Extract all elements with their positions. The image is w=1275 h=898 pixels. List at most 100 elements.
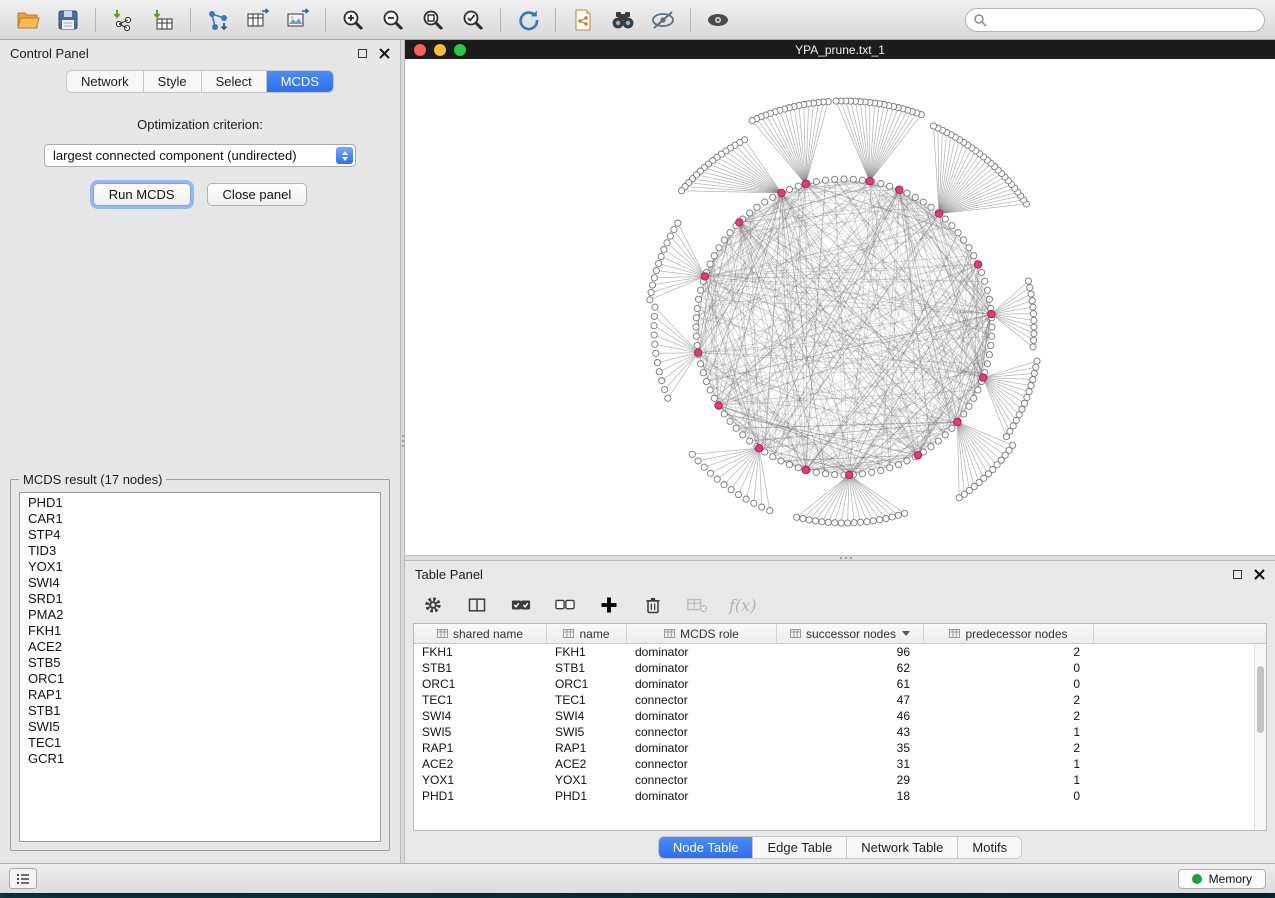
show-columns-button[interactable]	[465, 593, 489, 617]
delete-column-button[interactable]	[641, 593, 665, 617]
memory-label: Memory	[1209, 872, 1252, 886]
horizontal-splitter[interactable]	[405, 555, 1275, 561]
run-mcds-button[interactable]: Run MCDS	[93, 183, 191, 206]
vertical-splitter[interactable]	[400, 40, 405, 863]
mcds-result-list[interactable]: PHD1CAR1STP4TID3YOX1SWI4SRD1PMA2FKH1ACE2…	[19, 492, 381, 842]
column-grid-icon	[563, 629, 574, 638]
network-canvas[interactable]	[405, 59, 1275, 555]
mcds-result-item[interactable]: TID3	[20, 543, 380, 559]
export-image-icon	[286, 8, 310, 32]
table-row[interactable]: RAP1RAP1dominator352	[414, 740, 1266, 756]
open-session-button[interactable]	[10, 5, 46, 35]
mcds-result-item[interactable]: ORC1	[20, 671, 380, 687]
column-header-successor-nodes[interactable]: successor nodes	[777, 624, 924, 643]
minimize-window-icon[interactable]	[434, 44, 446, 56]
maximize-window-icon[interactable]	[454, 44, 466, 56]
mcds-result-item[interactable]: PHD1	[20, 495, 380, 511]
tab-network-table[interactable]: Network Table	[847, 837, 958, 858]
tab-motifs[interactable]: Motifs	[958, 837, 1021, 858]
mcds-result-item[interactable]: SWI5	[20, 719, 380, 735]
table-row[interactable]: YOX1YOX1connector291	[414, 772, 1266, 788]
table-scrollbar[interactable]	[1254, 644, 1266, 830]
column-header-predecessor-nodes[interactable]: predecessor nodes	[924, 624, 1094, 643]
delete-table-button[interactable]	[685, 593, 709, 617]
criterion-select[interactable]: largest connected component (undirected)	[44, 144, 356, 167]
column-header-MCDS-role[interactable]: MCDS role	[627, 624, 777, 643]
mcds-result-item[interactable]: STB5	[20, 655, 380, 671]
table-row[interactable]: SWI5SWI5connector431	[414, 724, 1266, 740]
export-document-button[interactable]	[565, 5, 601, 35]
function-builder-button[interactable]: f(x)	[729, 596, 756, 615]
close-panel-icon[interactable]	[379, 48, 390, 59]
tab-style[interactable]: Style	[144, 71, 202, 92]
status-bar: Memory	[0, 863, 1275, 893]
tab-select[interactable]: Select	[202, 71, 267, 92]
import-table-button[interactable]	[145, 5, 181, 35]
column-header-name[interactable]: name	[547, 624, 627, 643]
zoom-selected-button[interactable]	[455, 5, 491, 35]
plus-icon	[599, 595, 619, 615]
mcds-result-item[interactable]: YOX1	[20, 559, 380, 575]
main-area: Control Panel NetworkStyleSelectMCDS Opt…	[0, 40, 1275, 863]
export-image-button[interactable]	[280, 5, 316, 35]
import-network-button[interactable]	[105, 5, 141, 35]
tab-node-table[interactable]: Node Table	[659, 837, 754, 858]
select-all-button[interactable]	[509, 593, 533, 617]
scrollbar-thumb[interactable]	[1257, 666, 1264, 733]
column-header-shared-name[interactable]: shared name	[414, 624, 547, 643]
mcds-result-item[interactable]: SRD1	[20, 591, 380, 607]
export-network-button[interactable]	[200, 5, 236, 35]
mcds-result-item[interactable]: STB1	[20, 703, 380, 719]
zoom-in-button[interactable]	[335, 5, 371, 35]
table-row[interactable]: ORC1ORC1dominator610	[414, 676, 1266, 692]
mcds-result-item[interactable]: RAP1	[20, 687, 380, 703]
gear-icon	[423, 595, 443, 615]
search-network-button[interactable]	[605, 5, 641, 35]
add-column-button[interactable]	[597, 593, 621, 617]
tab-network[interactable]: Network	[67, 71, 144, 92]
table-row[interactable]: SWI4SWI4dominator462	[414, 708, 1266, 724]
show-details-button[interactable]	[700, 5, 736, 35]
close-panel-button[interactable]: Close panel	[207, 183, 308, 206]
zoom-selected-icon	[461, 8, 485, 32]
table-settings-button[interactable]	[421, 593, 445, 617]
mcds-result-item[interactable]: GCR1	[20, 751, 380, 767]
close-panel-icon[interactable]	[1254, 569, 1265, 580]
float-panel-icon[interactable]	[358, 49, 367, 58]
mcds-result-item[interactable]: FKH1	[20, 623, 380, 639]
mcds-result-item[interactable]: CAR1	[20, 511, 380, 527]
mcds-result-item[interactable]: STP4	[20, 527, 380, 543]
mcds-result-item[interactable]: TEC1	[20, 735, 380, 751]
mcds-result-item[interactable]: SWI4	[20, 575, 380, 591]
optimization-criterion-label: Optimization criterion:	[137, 117, 263, 132]
refresh-button[interactable]	[510, 5, 546, 35]
close-window-icon[interactable]	[414, 44, 426, 56]
cell-name: ORC1	[547, 677, 627, 691]
cell-shared-name: FKH1	[414, 645, 547, 659]
save-session-button[interactable]	[50, 5, 86, 35]
memory-button[interactable]: Memory	[1178, 869, 1266, 889]
zoom-fit-button[interactable]	[415, 5, 451, 35]
table-row[interactable]: TEC1TEC1connector472	[414, 692, 1266, 708]
panel-menu-button[interactable]	[9, 868, 37, 889]
table-row[interactable]: STB1STB1dominator620	[414, 660, 1266, 676]
cell-successor-nodes: 31	[777, 757, 924, 771]
mcds-result-item[interactable]: PMA2	[20, 607, 380, 623]
tab-mcds[interactable]: MCDS	[267, 71, 333, 92]
hide-details-button[interactable]	[645, 5, 681, 35]
unselect-all-button[interactable]	[553, 593, 577, 617]
search-input[interactable]	[965, 8, 1265, 32]
export-table-button[interactable]	[240, 5, 276, 35]
table-tabs: Node TableEdge TableNetwork TableMotifs	[405, 831, 1275, 863]
cell-shared-name: ACE2	[414, 757, 547, 771]
cell-predecessor-nodes: 0	[924, 661, 1094, 675]
table-row[interactable]: FKH1FKH1dominator962	[414, 644, 1266, 660]
mcds-result-item[interactable]: ACE2	[20, 639, 380, 655]
cell-MCDS-role: connector	[627, 693, 777, 707]
tab-edge-table[interactable]: Edge Table	[753, 837, 847, 858]
table-row[interactable]: PHD1PHD1dominator180	[414, 788, 1266, 804]
float-panel-icon[interactable]	[1233, 570, 1242, 579]
zoom-out-button[interactable]	[375, 5, 411, 35]
table-row[interactable]: ACE2ACE2connector311	[414, 756, 1266, 772]
control-panel-title: Control Panel	[10, 46, 89, 61]
